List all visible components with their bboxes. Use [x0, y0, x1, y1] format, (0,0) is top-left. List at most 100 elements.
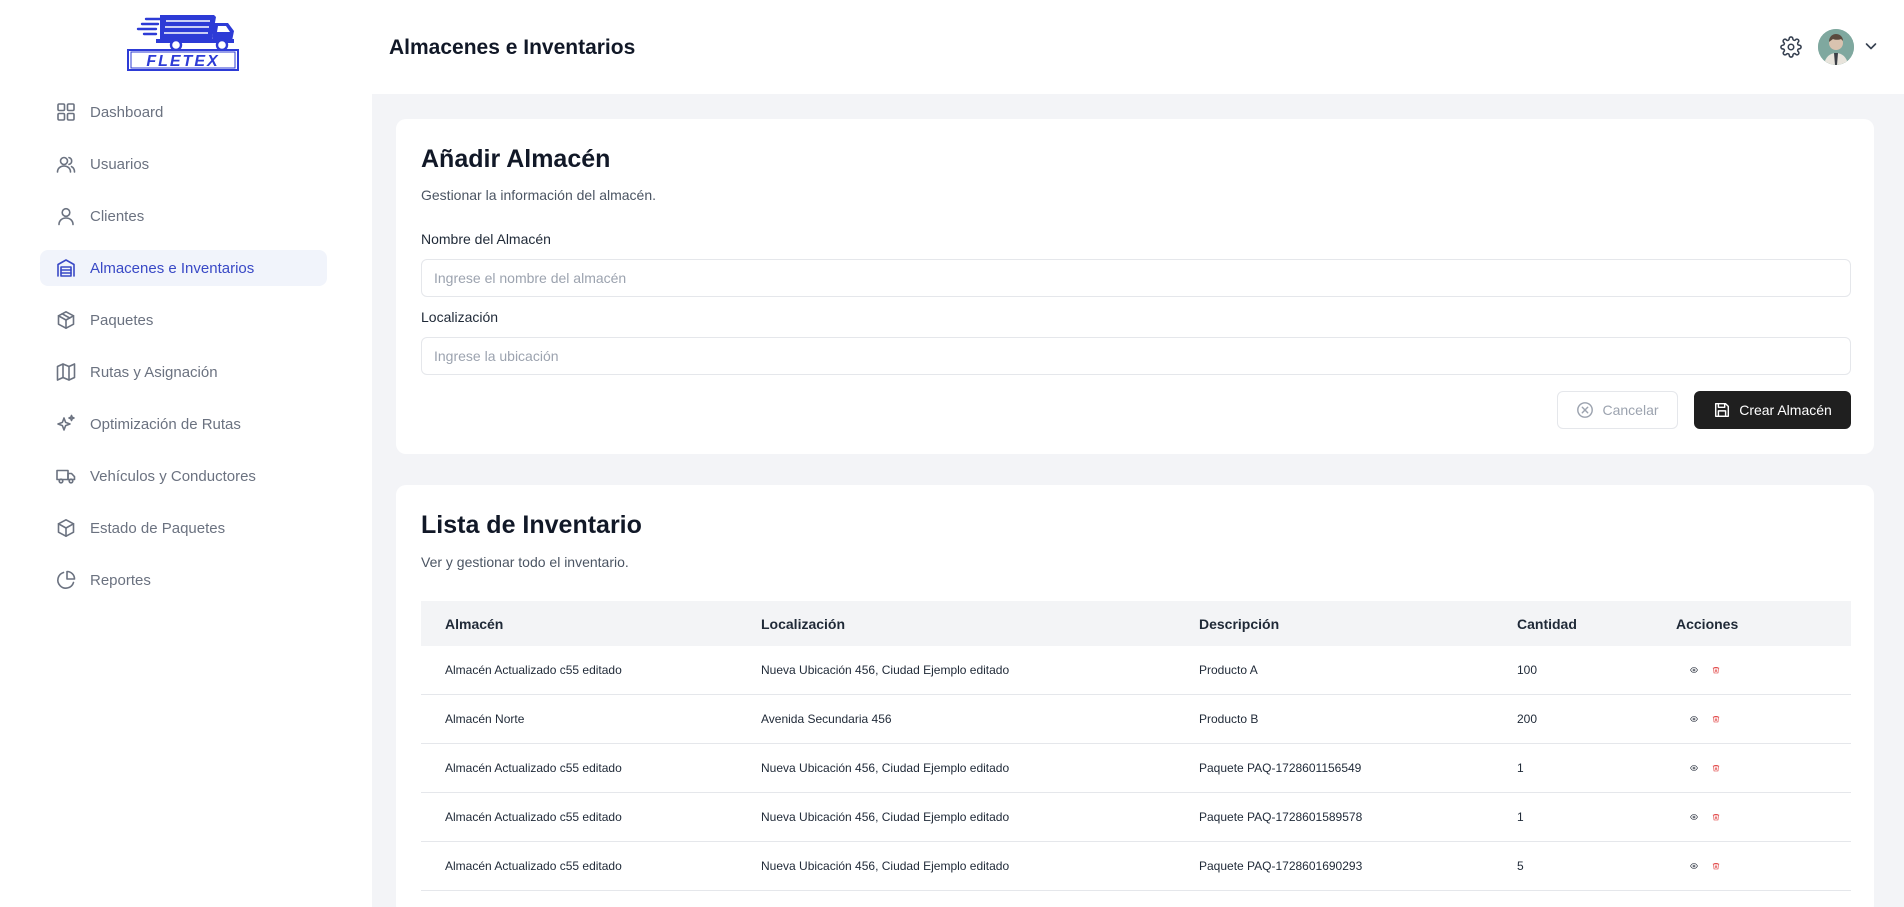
cell-almacen: Almacén Actualizado c55 editado: [445, 761, 622, 775]
cell-descripcion: Paquete PAQ-1728601156549: [1199, 761, 1362, 775]
page-title: Almacenes e Inventarios: [389, 36, 636, 59]
add-warehouse-subtitle: Gestionar la información del almacén.: [421, 187, 657, 203]
delete-trash-icon[interactable]: [1698, 708, 1720, 730]
table-row: Almacén Actualizado c55 editado Nueva Ub…: [421, 842, 1851, 891]
cell-acciones: [1676, 806, 1851, 828]
sidebar-item-label: Dashboard: [90, 103, 164, 121]
sidebar-item-estado-paquetes[interactable]: Estado de Paquetes: [40, 510, 327, 546]
warehouse-name-input[interactable]: [421, 259, 1851, 297]
page-scrollbar[interactable]: [1890, 94, 1904, 907]
top-header: Almacenes e Inventarios: [372, 0, 1904, 94]
box-icon: [56, 518, 76, 538]
sidebar-item-label: Paquetes: [90, 311, 154, 329]
sidebar: FLETEX Dashboard Usuarios Clientes Almac…: [0, 0, 372, 907]
cell-cantidad: 100: [1517, 663, 1538, 677]
view-eye-icon[interactable]: [1676, 757, 1698, 779]
main-content: Añadir Almacén Gestionar la información …: [372, 94, 1904, 907]
delete-trash-icon[interactable]: [1698, 659, 1720, 681]
view-eye-icon[interactable]: [1676, 806, 1698, 828]
gear-icon[interactable]: [1780, 36, 1802, 58]
sidebar-item-optimizacion[interactable]: Optimización de Rutas: [40, 406, 327, 442]
sidebar-item-label: Usuarios: [90, 155, 150, 173]
table-row: Almacén Norte Avenida Secundaria 456 Pro…: [421, 695, 1851, 744]
sidebar-item-label: Estado de Paquetes: [90, 519, 226, 537]
table-row: Almacén Actualizado c55 editado Nueva Ub…: [421, 646, 1851, 695]
table-row: Almacén Actualizado c55 editado Nueva Ub…: [421, 793, 1851, 842]
cell-acciones: [1676, 659, 1851, 681]
inventory-title: Lista de Inventario: [421, 511, 642, 539]
map-icon: [56, 362, 76, 382]
sidebar-item-paquetes[interactable]: Paquetes: [40, 302, 327, 338]
package-icon: [56, 310, 76, 330]
delete-trash-icon[interactable]: [1698, 757, 1720, 779]
inventory-subtitle: Ver y gestionar todo el inventario.: [421, 554, 629, 570]
svg-text:FLETEX: FLETEX: [146, 53, 219, 70]
sidebar-item-clientes[interactable]: Clientes: [40, 198, 327, 234]
sidebar-item-label: Almacenes e Inventarios: [90, 259, 255, 277]
sidebar-item-reportes[interactable]: Reportes: [40, 562, 327, 598]
column-header-descripcion: Descripción: [1199, 615, 1280, 632]
table-row: Almacén Actualizado c55 editado Nueva Ub…: [421, 744, 1851, 793]
cell-localizacion: Nueva Ubicación 456, Ciudad Ejemplo edit…: [761, 663, 1010, 677]
add-warehouse-title: Añadir Almacén: [421, 145, 611, 173]
sidebar-item-label: Rutas y Asignación: [90, 363, 218, 381]
sparkles-icon: [56, 414, 76, 434]
user-icon: [56, 206, 76, 226]
cell-cantidad: 5: [1517, 859, 1524, 873]
cell-acciones: [1676, 757, 1851, 779]
sidebar-item-label: Reportes: [90, 571, 151, 589]
grid-icon: [56, 102, 76, 122]
cell-almacen: Almacén Actualizado c55 editado: [445, 663, 622, 677]
avatar[interactable]: [1818, 29, 1854, 65]
save-icon: [1715, 402, 1730, 418]
inventory-card: Lista de Inventario Ver y gestionar todo…: [396, 485, 1874, 907]
create-warehouse-button[interactable]: Crear Almacén: [1694, 391, 1851, 429]
sidebar-item-label: Clientes: [90, 207, 145, 225]
column-header-acciones: Acciones: [1676, 615, 1739, 632]
warehouse-name-label: Nombre del Almacén: [421, 231, 551, 247]
cell-localizacion: Nueva Ubicación 456, Ciudad Ejemplo edit…: [761, 859, 1010, 873]
view-eye-icon[interactable]: [1676, 708, 1698, 730]
cancel-button-label: Cancelar: [1602, 402, 1659, 418]
sidebar-item-almacenes[interactable]: Almacenes e Inventarios: [40, 250, 327, 286]
sidebar-item-dashboard[interactable]: Dashboard: [40, 94, 327, 130]
add-warehouse-card: Añadir Almacén Gestionar la información …: [396, 119, 1874, 454]
cell-acciones: [1676, 708, 1851, 730]
table-header: Almacén Localización Descripción Cantida…: [421, 601, 1851, 646]
sidebar-item-label: Vehículos y Conductores: [90, 467, 256, 485]
cell-descripcion: Paquete PAQ-1728601690293: [1199, 859, 1363, 873]
chevron-down-icon[interactable]: [1863, 38, 1879, 54]
location-input[interactable]: [421, 337, 1851, 375]
cell-almacen: Almacén Norte: [445, 712, 525, 726]
cell-cantidad: 1: [1517, 810, 1524, 824]
sidebar-item-usuarios[interactable]: Usuarios: [40, 146, 327, 182]
column-header-almacen: Almacén: [445, 615, 504, 632]
location-label: Localización: [421, 309, 499, 325]
view-eye-icon[interactable]: [1676, 855, 1698, 877]
sidebar-item-label: Optimización de Rutas: [90, 415, 241, 433]
cell-localizacion: Nueva Ubicación 456, Ciudad Ejemplo edit…: [761, 761, 1010, 775]
sidebar-item-rutas[interactable]: Rutas y Asignación: [40, 354, 327, 390]
truck-icon: [56, 466, 76, 486]
sidebar-nav: Dashboard Usuarios Clientes Almacenes e …: [40, 94, 327, 614]
x-circle-icon: [1577, 402, 1594, 418]
pie-chart-icon: [56, 570, 76, 590]
delete-trash-icon[interactable]: [1698, 806, 1720, 828]
create-warehouse-button-label: Crear Almacén: [1739, 402, 1832, 418]
cancel-button[interactable]: Cancelar: [1557, 391, 1678, 429]
users-icon: [56, 154, 76, 174]
fletex-logo[interactable]: FLETEX: [126, 13, 240, 71]
column-header-cantidad: Cantidad: [1517, 615, 1577, 632]
cell-acciones: [1676, 855, 1851, 877]
cell-descripcion: Producto A: [1199, 663, 1258, 677]
cell-cantidad: 1: [1517, 761, 1524, 775]
cell-localizacion: Nueva Ubicación 456, Ciudad Ejemplo edit…: [761, 810, 1010, 824]
delete-trash-icon[interactable]: [1698, 855, 1720, 877]
view-eye-icon[interactable]: [1676, 659, 1698, 681]
cell-cantidad: 200: [1517, 712, 1538, 726]
cell-localizacion: Avenida Secundaria 456: [761, 712, 892, 726]
sidebar-item-vehiculos[interactable]: Vehículos y Conductores: [40, 458, 327, 494]
inventory-table: Almacén Localización Descripción Cantida…: [421, 601, 1851, 891]
column-header-localizacion: Localización: [761, 615, 846, 632]
cell-almacen: Almacén Actualizado c55 editado: [445, 859, 622, 873]
